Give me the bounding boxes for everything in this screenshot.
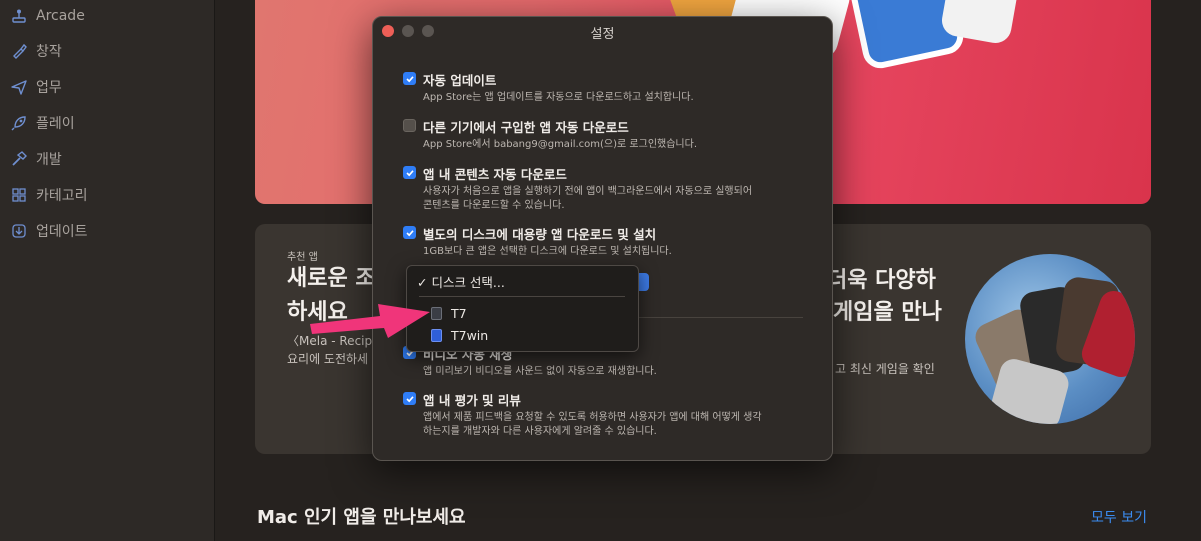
menu-item-label: ✓ 디스크 선택... (417, 274, 505, 290)
checkmark-icon (405, 169, 414, 176)
checkbox-checked[interactable] (403, 72, 416, 85)
option-description: 앱에서 제품 피드백을 요청할 수 있도록 허용하면 사용자가 앱에 대해 어떻… (423, 412, 762, 423)
menu-item-t7win[interactable]: T7win (407, 325, 638, 345)
checkmark-icon (405, 229, 414, 236)
option-label: 앱 내 콘텐츠 자동 다운로드 (423, 167, 567, 182)
menu-item-label: T7 (451, 305, 467, 321)
option-description: App Store는 앱 업데이트를 자동으로 다운로드하고 설치합니다. (423, 92, 694, 103)
checkbox-unchecked[interactable] (403, 119, 416, 132)
sidebar-item-arcade[interactable]: Arcade (10, 3, 85, 29)
sidebar: Arcade 창작 업무 플레이 개발 카테고리 업데이트 (0, 0, 215, 541)
paper-plane-icon (10, 78, 28, 96)
menu-item-select-disk[interactable]: ✓ 디스크 선택... (407, 271, 648, 291)
recommend-description: 요리에 도전하세 (287, 352, 369, 366)
option-description: 사용자가 처음으로 앱을 실행하기 전에 앱이 백그라운드에서 자동으로 실행되… (423, 186, 753, 197)
option-description: 앱 미리보기 비디오를 사운드 없이 자동으로 재생합니다. (423, 366, 657, 377)
joystick-icon (10, 7, 28, 25)
sidebar-item-create[interactable]: 창작 (10, 38, 62, 64)
recommend-tag: 추천 앱 (287, 252, 318, 263)
option-description: 하는지를 개발자와 다른 사용자에게 알려줄 수 있습니다. (423, 426, 657, 437)
rocket-icon (10, 114, 28, 132)
option-label: 앱 내 평가 및 리뷰 (423, 393, 521, 408)
settings-dialog: 설정 자동 업데이트 App Store는 앱 업데이트를 자동으로 다운로드하… (372, 16, 833, 461)
option-description: App Store에서 babang9@gmail.com(으)로 로그인했습니… (423, 139, 697, 150)
sidebar-item-play[interactable]: 플레이 (10, 110, 75, 136)
checkbox-checked[interactable] (403, 392, 416, 405)
option-description: 1GB보다 큰 앱은 선택한 디스크에 다운로드 및 설치됩니다. (423, 246, 672, 257)
sidebar-item-label: 업무 (36, 80, 62, 96)
sidebar-item-categories[interactable]: 카테고리 (10, 182, 88, 208)
sidebar-item-label: 카테고리 (36, 188, 88, 204)
option-label: 별도의 디스크에 대용량 앱 다운로드 및 설치 (423, 227, 657, 242)
games-title: 게임을 만나 (833, 300, 942, 325)
sidebar-item-label: 플레이 (36, 116, 75, 132)
option-label: 다른 기기에서 구입한 앱 자동 다운로드 (423, 120, 629, 135)
download-icon (10, 222, 28, 240)
section-title: Mac 인기 앱을 만나보세요 (257, 507, 466, 528)
see-all-link[interactable]: 모두 보기 (1091, 507, 1147, 527)
option-description: 콘텐츠를 다운로드할 수 있습니다. (423, 200, 565, 211)
games-description: 고 최신 게임을 확인 (835, 362, 935, 376)
sidebar-item-label: Arcade (36, 8, 85, 24)
sidebar-item-label: 창작 (36, 44, 62, 60)
dialog-titlebar: 설정 (373, 17, 832, 45)
option-label: 자동 업데이트 (423, 73, 497, 88)
sidebar-item-label: 업데이트 (36, 224, 88, 240)
dialog-title: 설정 (590, 27, 615, 42)
checkmark-icon (405, 395, 414, 402)
sidebar-item-work[interactable]: 업무 (10, 74, 62, 100)
brush-icon (10, 42, 28, 60)
sidebar-item-label: 개발 (36, 152, 62, 168)
games-title: 더욱 다양하 (827, 268, 936, 293)
sidebar-item-updates[interactable]: 업데이트 (10, 218, 88, 244)
hammer-icon (10, 150, 28, 168)
checkbox-checked[interactable] (403, 226, 416, 239)
menu-item-t7[interactable]: T7 (407, 303, 638, 323)
checkbox-checked[interactable] (403, 166, 416, 179)
menu-separator (419, 296, 625, 297)
checkmark-icon (405, 75, 414, 82)
sidebar-item-develop[interactable]: 개발 (10, 146, 62, 172)
disk-select-menu: ✓ 디스크 선택... T7 T7win (406, 265, 639, 352)
menu-item-label: T7win (451, 327, 489, 343)
annotation-arrow-icon (310, 304, 430, 338)
games-collage-image (965, 254, 1135, 424)
grid-icon (10, 186, 28, 204)
